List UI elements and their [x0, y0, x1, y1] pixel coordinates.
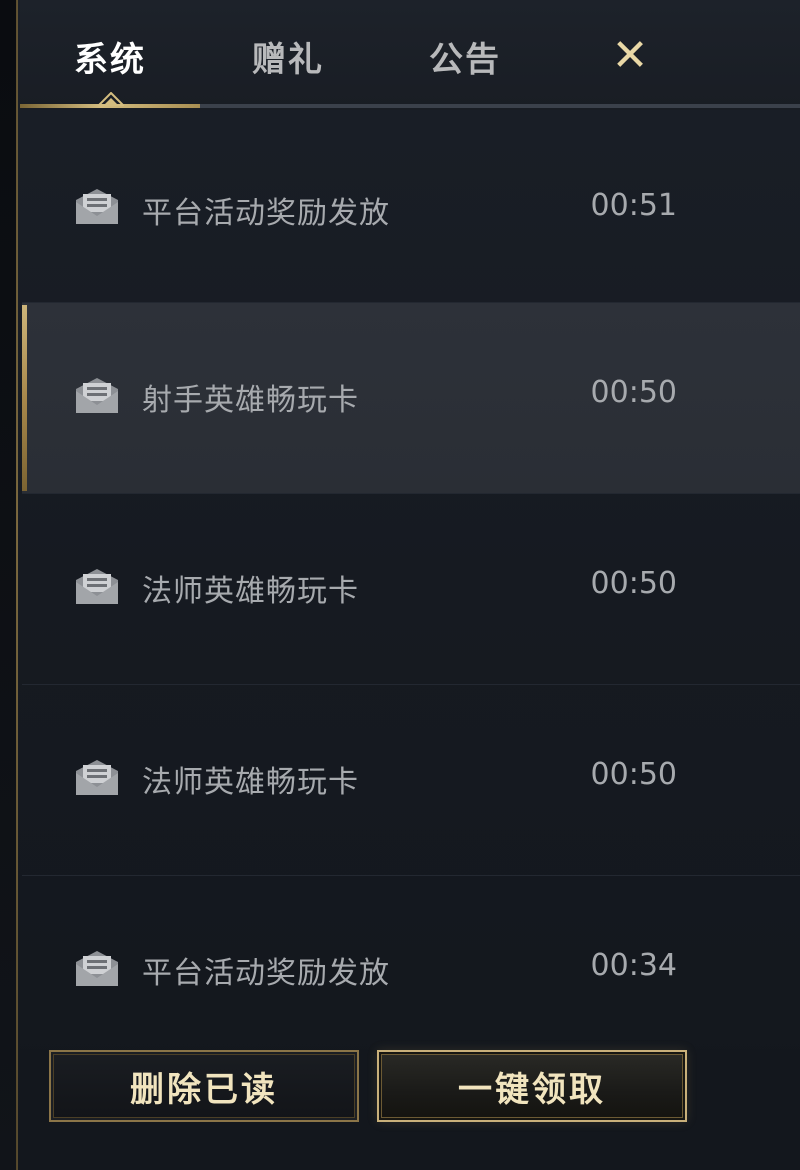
mail-row[interactable]: 法师英雄畅玩卡 00:50: [22, 685, 800, 876]
mail-list: 平台活动奖励发放 00:51 射手英雄畅玩卡 00:50 法师英雄畅玩卡 00:…: [22, 112, 800, 1067]
bottom-action-bar: 删除已读 一键领取: [20, 1030, 800, 1170]
left-rail: [0, 0, 18, 1170]
mail-time: 00:50: [590, 757, 677, 792]
mail-time: 00:34: [590, 948, 677, 983]
rail-gold-line: [16, 0, 18, 1170]
mail-title: 平台活动奖励发放: [142, 956, 390, 991]
mail-title: 射手英雄畅玩卡: [142, 383, 359, 418]
tab-system[interactable]: 系统: [55, 28, 165, 84]
mail-open-icon: [76, 760, 118, 795]
mail-open-icon: [76, 951, 118, 986]
delete-read-button[interactable]: 删除已读: [49, 1050, 359, 1122]
selection-indicator: [22, 305, 27, 491]
mail-row[interactable]: 平台活动奖励发放 00:51: [22, 112, 800, 303]
caret-up-icon: [98, 92, 124, 106]
mail-title: 平台活动奖励发放: [142, 196, 390, 231]
mail-open-icon: [76, 569, 118, 604]
mail-panel: 系统 赠礼 公告 ✕ 平台活动奖励发放 00:51 射手英雄畅玩卡 00:50 …: [0, 0, 800, 1170]
mail-time: 00:51: [590, 188, 677, 223]
tab-bar: 系统 赠礼 公告 ✕: [20, 0, 800, 110]
mail-open-icon: [76, 378, 118, 413]
mail-title: 法师英雄畅玩卡: [142, 765, 359, 800]
mail-row[interactable]: 法师英雄畅玩卡 00:50: [22, 494, 800, 685]
mail-time: 00:50: [590, 566, 677, 601]
claim-all-button[interactable]: 一键领取: [377, 1050, 687, 1122]
mail-open-icon: [76, 189, 118, 224]
close-icon[interactable]: ✕: [605, 30, 655, 81]
mail-row[interactable]: 射手英雄畅玩卡 00:50: [22, 303, 800, 494]
tab-notice[interactable]: 公告: [410, 28, 520, 84]
mail-time: 00:50: [590, 375, 677, 410]
mail-title: 法师英雄畅玩卡: [142, 574, 359, 609]
tab-gift[interactable]: 赠礼: [233, 28, 343, 84]
